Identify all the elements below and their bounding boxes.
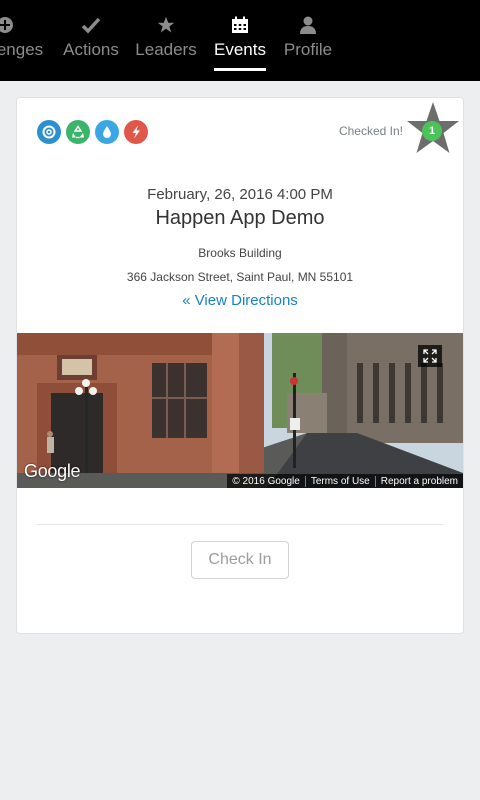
user-icon — [298, 15, 318, 35]
event-title: Happen App Demo — [155, 207, 325, 229]
tab-leaders[interactable]: Leaders — [135, 0, 197, 81]
view-directions-link[interactable]: « View Directions — [17, 292, 463, 309]
expand-icon[interactable] — [418, 345, 442, 367]
map-attribution: © 2016 Google Terms of Use Report a prob… — [227, 474, 463, 488]
street-view-image[interactable]: Google © 2016 Google Terms of Use Report… — [17, 333, 463, 488]
google-logo: Google — [24, 461, 81, 481]
event-address: 366 Jackson Street, Saint Paul, MN 55101 — [126, 270, 354, 284]
check-in-button[interactable]: Check In — [191, 541, 289, 579]
tab-challenges[interactable]: enges — [0, 0, 45, 81]
event-card: Checked In! 1 February, 26, 2016 4:00 PM… — [16, 97, 464, 634]
checked-in-label: Checked In! — [338, 124, 403, 138]
tab-label: Actions — [63, 40, 119, 59]
recycle-icon — [66, 120, 90, 144]
terms-of-use-link[interactable]: Terms of Use — [304, 475, 375, 487]
tab-profile[interactable]: Profile — [284, 0, 332, 81]
street-scene — [17, 333, 463, 488]
event-venue: Brooks Building — [198, 246, 282, 260]
category-icons — [37, 120, 148, 144]
tab-label: Events — [214, 40, 266, 59]
water-drop-icon — [95, 120, 119, 144]
calendar-icon — [230, 15, 250, 35]
divider — [37, 524, 443, 525]
target-icon — [37, 120, 61, 144]
tab-actions[interactable]: Actions — [62, 0, 120, 81]
plus-circle-icon — [0, 15, 15, 35]
checkmark-icon — [81, 15, 101, 35]
tab-label: Leaders — [135, 40, 197, 59]
tab-events[interactable]: Events — [214, 0, 266, 81]
active-tab-indicator — [214, 68, 266, 71]
checkin-star-icon: 1 — [405, 100, 461, 156]
lightning-icon — [124, 120, 148, 144]
event-date: February, 26, 2016 4:00 PM — [147, 186, 333, 203]
report-problem-link[interactable]: Report a problem — [374, 475, 463, 487]
tab-label: enges — [0, 40, 44, 59]
star-icon — [156, 15, 176, 35]
top-nav: enges Actions Leaders Events Profile — [0, 0, 480, 81]
tab-label: Profile — [283, 40, 333, 59]
checkin-count-badge: 1 — [422, 121, 442, 141]
copyright-text: © 2016 Google — [232, 475, 300, 487]
